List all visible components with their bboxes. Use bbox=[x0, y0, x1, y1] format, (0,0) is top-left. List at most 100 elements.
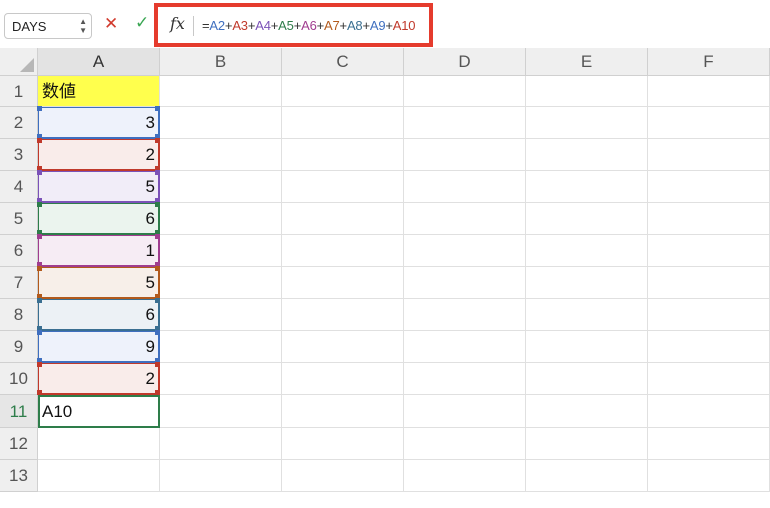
cell-e8[interactable] bbox=[526, 299, 648, 331]
row-header-13[interactable]: 13 bbox=[0, 460, 38, 492]
cell-f13[interactable] bbox=[648, 460, 770, 492]
row-header-3[interactable]: 3 bbox=[0, 139, 38, 171]
cell-d7[interactable] bbox=[404, 267, 526, 299]
cell-c1[interactable] bbox=[282, 76, 404, 107]
cell-d8[interactable] bbox=[404, 299, 526, 331]
row-header-8[interactable]: 8 bbox=[0, 299, 38, 331]
cell-e5[interactable] bbox=[526, 203, 648, 235]
cell-e12[interactable] bbox=[526, 428, 648, 460]
range-handle[interactable] bbox=[37, 202, 42, 207]
cell-b11[interactable] bbox=[160, 395, 282, 428]
cell-d12[interactable] bbox=[404, 428, 526, 460]
cell-b7[interactable] bbox=[160, 267, 282, 299]
cell-f5[interactable] bbox=[648, 203, 770, 235]
cell-c13[interactable] bbox=[282, 460, 404, 492]
cell-c6[interactable] bbox=[282, 235, 404, 267]
cell-c11[interactable] bbox=[282, 395, 404, 428]
enter-icon[interactable]: ✓ bbox=[135, 13, 149, 33]
range-handle[interactable] bbox=[37, 266, 42, 271]
cell-b5[interactable] bbox=[160, 203, 282, 235]
cancel-icon[interactable]: ✕ bbox=[104, 14, 118, 34]
cell-e2[interactable] bbox=[526, 107, 648, 139]
cell-f8[interactable] bbox=[648, 299, 770, 331]
cell-a1[interactable]: 数値 bbox=[38, 76, 160, 107]
cell-d2[interactable] bbox=[404, 107, 526, 139]
cell-d11[interactable] bbox=[404, 395, 526, 428]
cell-c7[interactable] bbox=[282, 267, 404, 299]
range-handle[interactable] bbox=[155, 138, 160, 143]
cell-b12[interactable] bbox=[160, 428, 282, 460]
cell-f1[interactable] bbox=[648, 76, 770, 107]
range-handle[interactable] bbox=[155, 106, 160, 111]
name-box-dropdown-icon[interactable]: ▲ ▼ bbox=[79, 17, 87, 35]
cell-b4[interactable] bbox=[160, 171, 282, 203]
cell-b10[interactable] bbox=[160, 363, 282, 395]
cell-d3[interactable] bbox=[404, 139, 526, 171]
cell-f12[interactable] bbox=[648, 428, 770, 460]
cell-d5[interactable] bbox=[404, 203, 526, 235]
range-handle[interactable] bbox=[37, 362, 42, 367]
range-handle[interactable] bbox=[37, 170, 42, 175]
row-header-4[interactable]: 4 bbox=[0, 171, 38, 203]
cell-b9[interactable] bbox=[160, 331, 282, 363]
column-header-c[interactable]: C bbox=[282, 48, 404, 76]
column-header-d[interactable]: D bbox=[404, 48, 526, 76]
cell-a12[interactable] bbox=[38, 428, 160, 460]
range-handle[interactable] bbox=[155, 170, 160, 175]
cell-e10[interactable] bbox=[526, 363, 648, 395]
cell-f2[interactable] bbox=[648, 107, 770, 139]
cell-f6[interactable] bbox=[648, 235, 770, 267]
row-header-9[interactable]: 9 bbox=[0, 331, 38, 363]
cell-e4[interactable] bbox=[526, 171, 648, 203]
cell-f10[interactable] bbox=[648, 363, 770, 395]
select-all-corner[interactable] bbox=[0, 48, 38, 76]
cell-c5[interactable] bbox=[282, 203, 404, 235]
cell-b13[interactable] bbox=[160, 460, 282, 492]
range-handle[interactable] bbox=[37, 106, 42, 111]
range-handle[interactable] bbox=[155, 362, 160, 367]
cell-b6[interactable] bbox=[160, 235, 282, 267]
cell-b2[interactable] bbox=[160, 107, 282, 139]
cell-f11[interactable] bbox=[648, 395, 770, 428]
range-handle[interactable] bbox=[37, 138, 42, 143]
range-handle[interactable] bbox=[37, 298, 42, 303]
cell-d13[interactable] bbox=[404, 460, 526, 492]
cell-b8[interactable] bbox=[160, 299, 282, 331]
cell-e3[interactable] bbox=[526, 139, 648, 171]
cell-d4[interactable] bbox=[404, 171, 526, 203]
cell-e1[interactable] bbox=[526, 76, 648, 107]
range-handle[interactable] bbox=[37, 330, 42, 335]
cell-e9[interactable] bbox=[526, 331, 648, 363]
column-header-f[interactable]: F bbox=[648, 48, 770, 76]
cell-f9[interactable] bbox=[648, 331, 770, 363]
cell-d6[interactable] bbox=[404, 235, 526, 267]
row-header-10[interactable]: 10 bbox=[0, 363, 38, 395]
cell-e6[interactable] bbox=[526, 235, 648, 267]
cell-e11[interactable] bbox=[526, 395, 648, 428]
row-header-7[interactable]: 7 bbox=[0, 267, 38, 299]
cell-d10[interactable] bbox=[404, 363, 526, 395]
row-header-11[interactable]: 11 bbox=[0, 395, 38, 428]
cell-b1[interactable] bbox=[160, 76, 282, 107]
cell-c12[interactable] bbox=[282, 428, 404, 460]
cell-f3[interactable] bbox=[648, 139, 770, 171]
column-header-b[interactable]: B bbox=[160, 48, 282, 76]
range-handle[interactable] bbox=[155, 234, 160, 239]
cell-f7[interactable] bbox=[648, 267, 770, 299]
name-box[interactable]: DAYS ▲ ▼ bbox=[4, 13, 92, 39]
cell-b3[interactable] bbox=[160, 139, 282, 171]
cell-c4[interactable] bbox=[282, 171, 404, 203]
row-header-12[interactable]: 12 bbox=[0, 428, 38, 460]
range-handle[interactable] bbox=[37, 234, 42, 239]
row-header-1[interactable]: 1 bbox=[0, 76, 38, 107]
cell-e13[interactable] bbox=[526, 460, 648, 492]
row-header-5[interactable]: 5 bbox=[0, 203, 38, 235]
row-header-2[interactable]: 2 bbox=[0, 107, 38, 139]
row-header-6[interactable]: 6 bbox=[0, 235, 38, 267]
cell-c2[interactable] bbox=[282, 107, 404, 139]
cell-c10[interactable] bbox=[282, 363, 404, 395]
cell-f4[interactable] bbox=[648, 171, 770, 203]
cell-a13[interactable] bbox=[38, 460, 160, 492]
range-handle[interactable] bbox=[155, 266, 160, 271]
cell-c9[interactable] bbox=[282, 331, 404, 363]
